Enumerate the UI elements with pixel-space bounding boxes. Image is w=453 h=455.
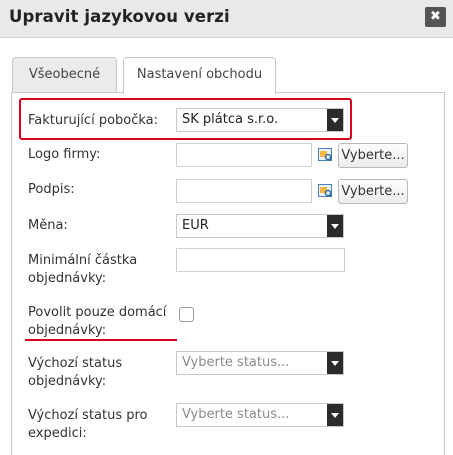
default-order-status-label: Výchozí status objednávky: — [28, 356, 123, 389]
chevron-down-icon — [327, 404, 343, 426]
image-browse-icon[interactable] — [318, 148, 332, 161]
annotation-highlight-box — [19, 98, 352, 140]
chevron-down-icon — [327, 215, 343, 237]
currency-select[interactable]: EUR — [176, 214, 344, 238]
min-order-label: Minimální částka objednávky: — [28, 253, 138, 286]
default-dispatch-status-label: Výchozí status pro expedici: — [28, 408, 148, 441]
domestic-only-checkbox[interactable] — [179, 307, 194, 322]
default-dispatch-status-select[interactable]: Vyberte status... — [176, 403, 344, 427]
signature-input[interactable] — [176, 179, 312, 203]
signature-browse-button[interactable]: Vyberte... — [338, 179, 408, 204]
close-button[interactable]: ✖ — [425, 7, 446, 27]
dialog-title: Upravit jazykovou verzi — [9, 7, 230, 26]
tab-bar: Všeobecné Nastavení obchodu — [0, 38, 453, 94]
dialog-titlebar: Upravit jazykovou verzi ✖ — [0, 0, 453, 38]
tab-shop-settings[interactable]: Nastavení obchodu — [123, 57, 276, 94]
image-browse-icon[interactable] — [318, 184, 332, 197]
currency-label: Měna: — [28, 218, 68, 233]
default-order-status-select[interactable]: Vyberte status... — [176, 351, 344, 375]
min-order-input[interactable] — [176, 248, 345, 272]
logo-input[interactable] — [176, 143, 312, 167]
tab-general[interactable]: Všeobecné — [12, 57, 117, 93]
logo-label: Logo firmy: — [28, 147, 101, 162]
default-order-status-placeholder: Vyberte status... — [182, 355, 290, 370]
default-dispatch-status-placeholder: Vyberte status... — [182, 407, 290, 422]
chevron-down-icon — [327, 352, 343, 374]
logo-browse-button[interactable]: Vyberte... — [338, 143, 408, 168]
signature-label: Podpis: — [28, 182, 75, 197]
currency-value: EUR — [182, 218, 209, 233]
close-icon: ✖ — [430, 9, 441, 24]
domestic-only-label: Povolit pouze domácí objednávky: — [28, 305, 167, 338]
annotation-underline — [25, 339, 177, 341]
